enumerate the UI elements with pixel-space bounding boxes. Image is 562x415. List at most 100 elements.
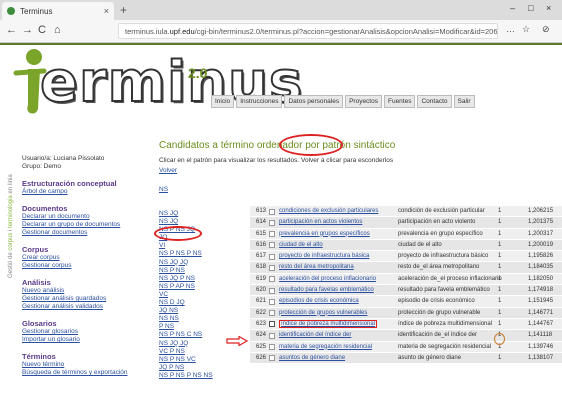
row-checkbox[interactable] [269,219,275,226]
pattern-link[interactable]: NS NS [159,315,229,323]
back-icon[interactable]: ← [6,24,17,36]
pattern-link[interactable]: VI [159,242,229,250]
sidebar-link[interactable]: Importar un glosario [22,336,147,344]
row-checkbox[interactable] [269,231,275,238]
menu-salir[interactable]: Salir [453,95,475,108]
frequency-value: 1 [498,230,502,237]
close-window-icon[interactable]: × [546,3,551,13]
pattern-link[interactable]: NS JQ [159,210,229,218]
term-link[interactable]: prevalencia en grupos específicos [279,231,370,237]
sidebar-link[interactable]: Gestionar corpus [22,262,147,270]
sidebar-sections: Estructuración conceptual Árbol de campo D… [22,179,147,377]
pattern-link[interactable]: NS P NS C NS [159,331,229,339]
menu-proyectos[interactable]: Proyectos [345,95,382,108]
address-bar[interactable]: terminus.iula.upf.edu/cgi-bin/terminus2.… [118,23,498,39]
table-row: 623 índice de pobreza multidimensional índ… [250,318,562,331]
tagline-part: Gestió de [8,250,14,278]
maximize-icon[interactable]: □ [528,3,533,13]
term-link[interactable]: aceleración del proceso inflacionario [279,276,376,282]
bookmark-icon[interactable]: ☆ [522,24,530,35]
row-number: 618 [255,264,266,271]
menu-fuentes[interactable]: Fuentes [383,95,416,108]
term-link[interactable]: participación en actos violentos [279,219,362,225]
blocker-icon[interactable]: ⊘ [542,24,550,35]
pattern-link[interactable]: NS JQ [159,218,229,226]
sidebar-link[interactable]: Nuevo análisis [22,287,147,295]
pattern-link[interactable]: NS P NS [159,267,229,275]
volver-link[interactable]: Volver [159,167,177,174]
row-checkbox[interactable] [269,264,275,271]
pattern-link[interactable]: VC P NS [159,348,229,356]
row-checkbox[interactable] [269,276,275,283]
new-tab-button[interactable]: + [120,3,127,17]
pattern-link[interactable]: NS JQ JQ [159,340,229,348]
row-checkbox[interactable] [269,208,275,215]
lemma-text: ciudad de el alto [398,241,442,248]
sidebar-link[interactable]: Declarar un documento [22,213,147,221]
menu-contacto[interactable]: Contacto [417,95,452,108]
sidebar-section-title: Estructuración conceptual [22,179,117,188]
row-checkbox[interactable] [269,310,275,317]
table-row: 620 resultado para favelas emblemático res… [250,285,562,297]
term-link[interactable]: resto del área metropolitana [279,264,354,270]
close-tab-icon[interactable]: × [104,6,109,16]
sidebar-link[interactable]: Gestionar documentos [22,229,147,237]
pattern-link[interactable]: NS P AP NS [159,283,229,291]
row-number: 616 [255,241,266,248]
row-checkbox[interactable] [269,253,275,260]
term-link[interactable]: identificación del índice der [279,332,351,338]
pattern-link[interactable]: NS JQ P NS [159,275,229,283]
score-value: 1,206215 [528,208,554,214]
score-value: 1,141118 [528,332,553,339]
sidebar-link[interactable]: Gestionar análisis guardados [22,295,147,303]
row-checkbox[interactable] [269,242,275,249]
menu-datos-personales[interactable]: Datos personales [284,95,344,108]
sidebar-link[interactable]: Nuevo término [22,361,147,369]
pattern-link[interactable]: NS P NS P NS [159,250,229,258]
minimize-icon[interactable]: – [510,3,515,13]
logo-version: 2.0 [188,65,208,81]
sidebar-link[interactable]: Declarar un grupo de documentos [22,221,147,229]
term-link[interactable]: índice de pobreza multidimensional [279,319,378,328]
row-checkbox[interactable] [269,298,275,305]
term-link[interactable]: condiciones de exclusión particulares [279,208,378,214]
pattern-link[interactable]: JQ NS [159,307,229,315]
pattern-link[interactable]: VC [159,291,229,299]
row-checkbox[interactable] [269,287,275,294]
row-checkbox[interactable] [269,332,275,339]
pattern-ns-link[interactable]: NS [159,186,168,193]
score-value: 1,146771 [528,309,554,316]
pattern-link[interactable]: NS P NS P NS NS [159,372,229,380]
row-checkbox[interactable] [269,344,275,351]
page-actions-icon[interactable]: … [506,24,515,34]
browser-tab-bar: Terminus × + – □ × [0,0,562,20]
sidebar-link[interactable]: Gestionar análisis validados [22,303,147,311]
pattern-link[interactable]: NS D JQ [159,299,229,307]
row-checkbox[interactable] [269,355,275,362]
row-number: 621 [255,298,266,305]
term-link[interactable]: materia de segregación residencial [279,344,372,350]
menu-instrucciones[interactable]: Instrucciones [236,95,283,108]
reload-icon[interactable]: C [38,24,46,36]
pattern-link[interactable]: NS JQ JQ [159,259,229,267]
browser-tab[interactable]: Terminus × [2,2,114,20]
sidebar-link[interactable]: Árbol de campo [22,188,147,196]
term-link[interactable]: proyecto de infraestructura básica [279,253,369,259]
sidebar-link[interactable]: Gestionar glosarios [22,328,147,336]
sidebar-link[interactable]: Crear corpus [22,254,147,262]
home-icon[interactable]: ⌂ [54,24,61,36]
pattern-link[interactable]: NS P NS VC [159,356,229,364]
term-link[interactable]: ciudad de el alto [279,242,323,248]
pattern-link[interactable]: JQ P NS [159,364,229,372]
pattern-link[interactable]: P NS [159,323,229,331]
term-link[interactable]: episodios de crisis económica [279,298,359,304]
term-link[interactable]: asuntos de género diane [279,355,345,361]
annotation-circle [154,226,202,241]
forward-icon[interactable]: → [22,24,33,36]
menu-inicio[interactable]: Inicio [211,95,235,108]
tagline-part: terminologia [8,195,14,228]
sidebar-link[interactable]: Búsqueda de términos y exportación [22,369,147,377]
term-link[interactable]: protección de grupos vulnerables [279,310,367,316]
term-link[interactable]: resultado para favelas emblemático [279,287,374,293]
row-checkbox[interactable] [269,321,275,328]
